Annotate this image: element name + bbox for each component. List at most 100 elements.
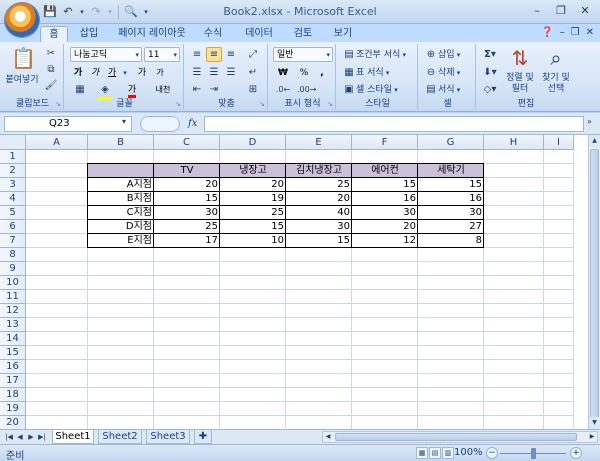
column-header-i[interactable]: I <box>544 135 574 150</box>
row-header-3[interactable]: 3 <box>0 178 26 192</box>
vertical-scrollbar[interactable]: ▲ ▼ <box>588 135 600 429</box>
border-button[interactable]: ▦ <box>70 82 90 97</box>
column-header-a[interactable]: A <box>26 135 88 150</box>
number-launcher-icon[interactable]: ↘ <box>327 100 333 108</box>
first-sheet-icon[interactable]: |◀ <box>4 431 14 443</box>
format-as-table-button[interactable]: ▦ 표 서식 ▾ <box>341 65 415 80</box>
autosum-button[interactable]: Σ▾ <box>480 47 500 62</box>
italic-button[interactable]: 가 <box>87 65 103 80</box>
name-box-dropdown-icon[interactable]: ▾ <box>122 117 126 126</box>
clipboard-launcher-icon[interactable]: ↘ <box>55 100 61 108</box>
scroll-up-icon[interactable]: ▲ <box>589 135 600 147</box>
align-right-button[interactable]: ☰ <box>223 65 239 80</box>
row-header-19[interactable]: 19 <box>0 402 26 416</box>
fill-button[interactable]: ⬇▾ <box>480 65 500 80</box>
underline-dropdown-icon[interactable]: ▾ <box>121 65 129 80</box>
orientation-button[interactable]: ⤢ <box>242 47 264 62</box>
column-header-c[interactable]: C <box>154 135 220 150</box>
minimize-button[interactable]: – <box>526 3 548 19</box>
insert-sheet-button[interactable]: ✚ <box>194 430 212 444</box>
row-header-8[interactable]: 8 <box>0 248 26 262</box>
alignment-launcher-icon[interactable]: ↘ <box>259 100 265 108</box>
column-header-g[interactable]: G <box>418 135 484 150</box>
tab-insert[interactable]: 삽입 <box>76 26 102 42</box>
normal-view-icon[interactable]: ▦ <box>416 447 428 459</box>
currency-button[interactable]: ₩ <box>273 65 293 80</box>
font-name-select[interactable]: 나눔고딕 ▾ <box>70 47 142 62</box>
number-format-select[interactable]: 일반 ▾ <box>273 47 333 62</box>
scroll-right-icon[interactable]: ▶ <box>587 432 597 442</box>
delete-cells-button[interactable]: ⊖ 삭제 ▾ <box>423 65 473 80</box>
page-break-view-icon[interactable]: ▥ <box>442 447 454 459</box>
font-color-button[interactable]: 가 <box>120 82 144 98</box>
increase-decimal-button[interactable]: .0← <box>273 82 293 97</box>
zoom-out-button[interactable]: − <box>486 447 498 459</box>
column-header-f[interactable]: F <box>352 135 418 150</box>
row-header-12[interactable]: 12 <box>0 304 26 318</box>
font-size-select[interactable]: 11 ▾ <box>144 47 180 62</box>
align-bottom-button[interactable]: ≡ <box>223 47 239 62</box>
column-header-e[interactable]: E <box>286 135 352 150</box>
tab-formulas[interactable]: 수식 <box>200 26 226 42</box>
row-header-10[interactable]: 10 <box>0 276 26 290</box>
sort-filter-button[interactable]: ⇅ 정렬 및 필터 <box>502 46 536 96</box>
row-header-13[interactable]: 13 <box>0 318 26 332</box>
font-launcher-icon[interactable]: ↘ <box>175 100 181 108</box>
zoom-level[interactable]: 100% <box>454 447 483 458</box>
zoom-slider-thumb[interactable] <box>531 448 536 459</box>
cut-button[interactable]: ✂ <box>42 46 60 60</box>
align-middle-button[interactable]: ≡ <box>206 47 222 62</box>
formula-input[interactable] <box>204 116 584 132</box>
expand-formula-bar-icon[interactable]: » <box>587 117 597 131</box>
copy-button[interactable]: ⧉ <box>42 62 60 76</box>
workbook-close-icon[interactable]: ✕ <box>586 27 594 38</box>
row-header-7[interactable]: 7 <box>0 234 26 248</box>
clear-button[interactable]: ◇▾ <box>480 82 500 97</box>
wrap-text-button[interactable]: ↵ <box>242 65 264 80</box>
worksheet-grid[interactable]: A B C D E F G H I 1 2 3 4 5 6 7 8 9 10 11 12 13 14 15 16 17 18 19 20… <box>0 135 588 429</box>
fill-color-button[interactable]: ◈ <box>94 82 116 100</box>
row-header-1[interactable]: 1 <box>0 150 26 164</box>
bold-button[interactable]: 가 <box>70 65 86 80</box>
phonetic-button[interactable]: 내천 <box>148 82 178 97</box>
tab-page-layout[interactable]: 페이지 레이아웃 <box>114 26 190 42</box>
horizontal-scrollbar[interactable]: ◀ ▶ <box>322 431 598 443</box>
row-header-11[interactable]: 11 <box>0 290 26 304</box>
close-button[interactable]: ✕ <box>574 3 596 19</box>
format-cells-button[interactable]: ▤ 서식 ▾ <box>423 82 473 97</box>
row-header-17[interactable]: 17 <box>0 374 26 388</box>
tab-view[interactable]: 보기 <box>330 26 356 42</box>
name-box[interactable]: Q23 <box>4 116 132 132</box>
ribbon-minimize-icon[interactable]: – <box>560 27 565 38</box>
column-header-b[interactable]: B <box>88 135 154 150</box>
insert-function-button[interactable]: fx <box>188 116 202 132</box>
decrease-indent-button[interactable]: ⇤ <box>189 82 205 97</box>
row-header-2[interactable]: 2 <box>0 164 26 178</box>
row-header-18[interactable]: 18 <box>0 388 26 402</box>
ribbon-restore-icon[interactable]: ❐ <box>571 27 580 38</box>
row-header-20[interactable]: 20 <box>0 416 26 429</box>
sheet-tab-2[interactable]: Sheet2 <box>98 430 142 444</box>
row-header-6[interactable]: 6 <box>0 220 26 234</box>
zoom-in-button[interactable]: + <box>570 447 582 459</box>
decrease-decimal-button[interactable]: .00→ <box>296 82 316 97</box>
row-header-14[interactable]: 14 <box>0 332 26 346</box>
paste-button[interactable]: 📋 붙여넣기 <box>4 46 38 94</box>
prev-sheet-icon[interactable]: ◀ <box>15 431 25 443</box>
row-header-4[interactable]: 4 <box>0 192 26 206</box>
scroll-left-icon[interactable]: ◀ <box>323 432 333 442</box>
tab-data[interactable]: 데이터 <box>240 26 278 42</box>
comma-button[interactable]: , <box>314 65 330 80</box>
restore-button[interactable]: ❐ <box>550 3 572 19</box>
column-header-h[interactable]: H <box>484 135 544 150</box>
align-center-button[interactable]: ☰ <box>206 65 222 80</box>
row-header-16[interactable]: 16 <box>0 360 26 374</box>
column-header-d[interactable]: D <box>220 135 286 150</box>
underline-button[interactable]: 가 <box>104 65 120 80</box>
align-left-button[interactable]: ☰ <box>189 65 205 80</box>
align-top-button[interactable]: ≡ <box>189 47 205 62</box>
tab-review[interactable]: 검토 <box>290 26 316 42</box>
merge-center-button[interactable]: ⊞ <box>242 82 264 97</box>
formula-bar-resize-handle[interactable] <box>140 116 180 132</box>
vertical-scroll-thumb[interactable] <box>590 149 599 419</box>
